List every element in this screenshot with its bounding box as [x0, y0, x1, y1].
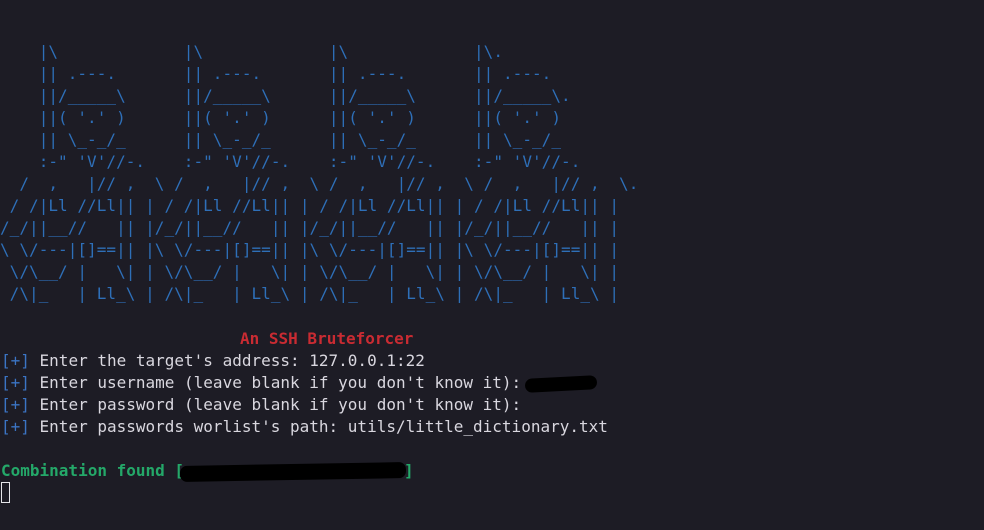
prompt-prefix: [+] — [1, 351, 30, 370]
password-prompt-text: Enter password (leave blank if you don't… — [29, 395, 531, 414]
ascii-art-banner: |\ |\ |\ |\. || .---. || .---. || .---. … — [0, 42, 639, 303]
username-prompt-text: Enter username (leave blank if you don't… — [29, 373, 531, 392]
terminal-cursor — [1, 482, 10, 503]
result-label: Combination found [ — [1, 461, 185, 480]
prompt-lines: [+] Enter the target's address: 127.0.0.… — [1, 350, 608, 438]
wordlist-prompt-text: Enter passwords worlist's path: — [29, 417, 348, 436]
prompt-prefix: [+] — [1, 373, 30, 392]
terminal-window[interactable]: |\ |\ |\ |\. || .---. || .---. || .---. … — [0, 0, 984, 530]
username-redaction — [524, 374, 598, 393]
tool-title-text: An SSH Bruteforcer — [240, 329, 414, 348]
credentials-redaction — [179, 461, 407, 482]
tool-title: An SSH Bruteforcer — [0, 328, 413, 350]
address-prompt-text: Enter the target's address: — [29, 351, 310, 370]
username-prompt-line: [+] Enter username (leave blank if you d… — [1, 372, 608, 394]
password-prompt-line: [+] Enter password (leave blank if you d… — [1, 394, 608, 416]
address-prompt-line: [+] Enter the target's address: 127.0.0.… — [1, 350, 608, 372]
prompt-prefix: [+] — [1, 417, 30, 436]
result-line: Combination found [] — [1, 460, 414, 482]
address-value: 127.0.0.1:22 — [309, 351, 425, 370]
wordlist-path-value: utils/little_dictionary.txt — [347, 417, 608, 436]
prompt-prefix: [+] — [1, 395, 30, 414]
wordlist-prompt-line: [+] Enter passwords worlist's path: util… — [1, 416, 608, 438]
